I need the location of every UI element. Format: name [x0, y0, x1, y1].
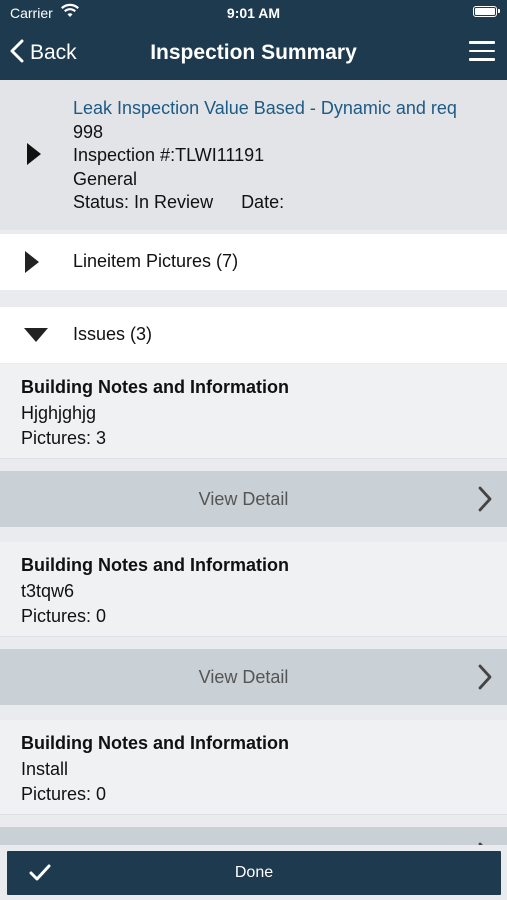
issue-item: Building Notes and Information Install P… — [0, 720, 507, 815]
date-text: Date: — [241, 192, 285, 212]
inspection-title[interactable]: Leak Inspection Value Based - Dynamic an… — [73, 97, 457, 121]
collapse-triangle-icon — [24, 327, 48, 348]
done-button[interactable]: Done — [7, 851, 501, 895]
issue-heading: Building Notes and Information — [21, 377, 289, 397]
issue-pictures: Pictures: 0 — [21, 784, 107, 804]
issue-heading: Building Notes and Information — [21, 555, 289, 575]
navigation-bar: Back Inspection Summary — [0, 26, 507, 80]
issue-note: Hjghjghjg — [21, 402, 97, 423]
section-label: Lineitem Pictures (7) — [73, 251, 239, 271]
inspection-summary-card[interactable]: Leak Inspection Value Based - Dynamic an… — [0, 80, 507, 230]
issue-item: Building Notes and Information Hjghjghjg… — [0, 364, 507, 459]
status-text: Status: In Review — [73, 192, 214, 212]
chevron-right-icon — [477, 663, 493, 696]
done-label: Done — [234, 864, 274, 881]
battery-icon — [473, 6, 500, 17]
hamburger-menu-icon[interactable] — [469, 41, 495, 63]
section-lineitem-pictures[interactable]: Lineitem Pictures (7) — [0, 234, 507, 290]
clock: 9:01 AM — [226, 5, 281, 21]
view-detail-button[interactable]: View Detail — [0, 471, 507, 527]
issue-item: Building Notes and Information t3tqw6 Pi… — [0, 542, 507, 637]
status-line: Status: In Review Date: — [73, 191, 457, 215]
inspection-id: Inspection #:TLWI11191 — [73, 145, 265, 165]
issue-pictures: Pictures: 3 — [21, 428, 107, 448]
view-detail-button[interactable]: View Detail — [0, 649, 507, 705]
section-issues[interactable]: Issues (3) — [0, 307, 507, 363]
inspection-number: 998 — [73, 121, 104, 142]
issue-note: t3tqw6 — [21, 580, 75, 601]
expand-triangle-icon — [24, 250, 40, 279]
inspection-category: General — [73, 168, 138, 189]
status-bar: Carrier 9:01 AM — [0, 0, 507, 26]
view-detail-label: View Detail — [198, 489, 289, 509]
view-detail-label: View Detail — [198, 667, 289, 687]
section-label: Issues (3) — [73, 324, 153, 344]
page-title: Inspection Summary — [150, 41, 357, 64]
issue-heading: Building Notes and Information — [21, 733, 289, 753]
issue-note: Install — [21, 758, 69, 779]
issue-pictures: Pictures: 0 — [21, 606, 107, 626]
expand-triangle-icon[interactable] — [26, 142, 42, 171]
chevron-right-icon — [477, 485, 493, 518]
